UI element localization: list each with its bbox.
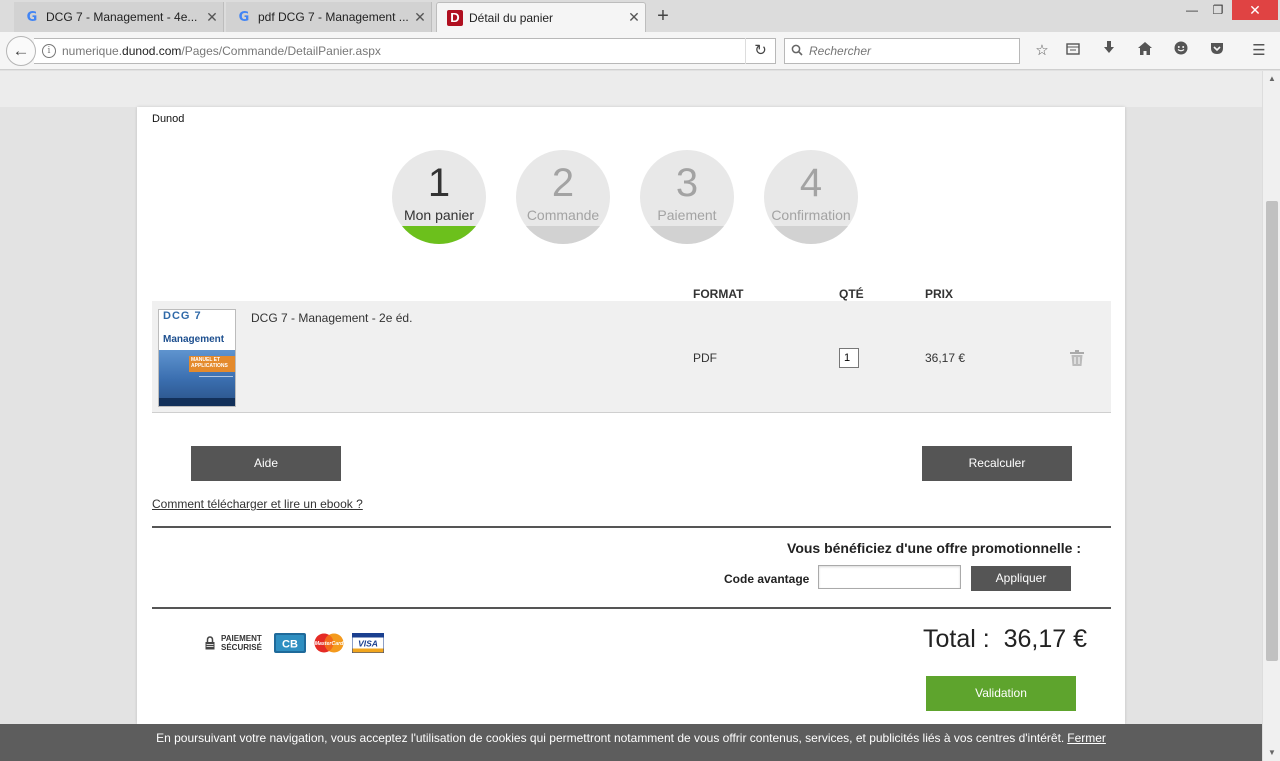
scroll-up-arrow-icon[interactable]: ▲ (1263, 71, 1280, 87)
arrow-left-icon: ← (12, 41, 30, 60)
reload-icon[interactable]: ↻ (745, 38, 775, 64)
bookmarks-list-icon[interactable] (1061, 40, 1085, 62)
step-number: 3 (675, 161, 699, 205)
dunod-favicon: D (447, 9, 463, 26)
ebook-help-link[interactable]: Comment télécharger et lire un ebook ? (152, 497, 363, 511)
browser-tab-bar: G DCG 7 - Management - 4e... ✕ G pdf DCG… (0, 0, 1280, 32)
svg-text:VISA: VISA (358, 639, 378, 649)
cart-panel: Dunod 1 Mon panier 2 Commande 3 Paiement… (137, 107, 1125, 724)
secure-payment-block: PAIEMENT SÉCURISÉ CB MasterCard VISA (205, 632, 391, 654)
step-progress-bar (640, 226, 734, 244)
step-label: Confirmation (771, 207, 851, 223)
visa-card-icon: VISA (351, 632, 385, 654)
lock-icon (205, 636, 215, 650)
close-tab-icon[interactable]: ✕ (409, 9, 431, 26)
product-price: 36,17 € (925, 351, 966, 365)
cart-item-row: DCG 7 Management MANUEL ET APPLICATIONS … (152, 301, 1111, 413)
browser-tab-3[interactable]: D Détail du panier ✕ (436, 2, 646, 32)
step-label: Mon panier (403, 207, 475, 223)
scroll-thumb[interactable] (1266, 201, 1278, 661)
close-tab-icon[interactable]: ✕ (623, 9, 645, 26)
step-progress-bar (392, 226, 486, 244)
cookie-close-link[interactable]: Fermer (1067, 731, 1106, 745)
recalculate-button[interactable]: Recalculer (922, 446, 1072, 481)
url-text[interactable]: numerique.dunod.com/Pages/Commande/Detai… (62, 44, 745, 58)
tab-title: Détail du panier (469, 10, 554, 25)
step-progress-bar (764, 226, 858, 244)
svg-text:CB: CB (282, 639, 298, 651)
google-icon: G (238, 9, 250, 25)
site-name: Dunod (152, 113, 185, 125)
column-header-format: FORMAT (693, 287, 744, 301)
restore-icon[interactable]: ❐ (1204, 0, 1232, 20)
scroll-down-arrow-icon[interactable]: ▼ (1263, 745, 1280, 761)
download-icon[interactable] (1097, 40, 1121, 62)
total-label: Total : (922, 625, 990, 653)
cb-card-icon: CB (273, 633, 306, 653)
column-header-price: PRIX (925, 287, 954, 301)
close-tab-icon[interactable]: ✕ (201, 9, 223, 26)
cookie-banner: En poursuivant votre navigation, vous ac… (0, 724, 1262, 761)
step-order: 2 Commande (516, 150, 610, 244)
google-icon: G (26, 9, 38, 25)
step-confirmation: 4 Confirmation (764, 150, 858, 244)
product-format: PDF (693, 351, 717, 365)
minimize-icon[interactable]: — (1178, 0, 1206, 20)
browser-nav-bar: i numerique.dunod.com/Pages/Commande/Det… (0, 32, 1280, 70)
vertical-scrollbar[interactable]: ▲ ▼ (1262, 71, 1280, 761)
product-title[interactable]: DCG 7 - Management - 2e éd. (251, 311, 412, 325)
promo-code-input[interactable] (818, 565, 961, 589)
page-header-band (0, 71, 1262, 107)
step-number: 1 (427, 161, 451, 205)
back-button[interactable]: ← (6, 36, 36, 66)
order-total: Total : 36,17 € (923, 625, 1087, 654)
bookmark-star-icon[interactable]: ☆ (1030, 40, 1054, 62)
promo-code-label: Code avantage (724, 572, 810, 586)
step-progress-bar (516, 226, 610, 244)
secure-payment-text: PAIEMENT SÉCURISÉ (221, 634, 262, 652)
hello-chat-icon[interactable] (1169, 40, 1193, 62)
apply-promo-button[interactable]: Appliquer (971, 566, 1071, 591)
menu-hamburger-icon[interactable]: ☰ (1247, 40, 1271, 62)
book-cover-image[interactable]: DCG 7 Management MANUEL ET APPLICATIONS (158, 309, 236, 407)
promo-title: Vous bénéficiez d'une offre promotionnel… (787, 540, 1081, 556)
search-icon (791, 44, 803, 59)
cookie-text: En poursuivant votre navigation, vous ac… (156, 731, 1065, 745)
quantity-input[interactable] (839, 348, 859, 368)
step-label: Paiement (657, 207, 717, 223)
tab-title: pdf DCG 7 - Management ... (258, 10, 409, 24)
column-header-qty: QTÉ (839, 287, 864, 301)
url-bar[interactable]: i numerique.dunod.com/Pages/Commande/Det… (34, 38, 776, 64)
search-bar[interactable] (784, 38, 1020, 64)
trash-icon[interactable] (1070, 350, 1084, 366)
total-amount: 36,17 € (1003, 625, 1087, 653)
divider (152, 607, 1111, 609)
browser-tab-2[interactable]: G pdf DCG 7 - Management ... ✕ (226, 2, 432, 32)
info-icon[interactable]: i (42, 44, 56, 58)
search-input[interactable] (809, 44, 1009, 58)
divider (152, 526, 1111, 528)
new-tab-icon[interactable]: + (652, 4, 674, 28)
pocket-icon[interactable] (1205, 40, 1229, 62)
validate-order-button[interactable]: Validation (926, 676, 1076, 711)
help-button[interactable]: Aide (191, 446, 341, 481)
tab-title: DCG 7 - Management - 4e... (46, 10, 198, 24)
browser-tab-1[interactable]: G DCG 7 - Management - 4e... ✕ (14, 2, 224, 32)
step-payment: 3 Paiement (640, 150, 734, 244)
home-icon[interactable] (1133, 40, 1157, 62)
step-number: 2 (551, 161, 575, 205)
svg-text:MasterCard: MasterCard (315, 641, 344, 647)
step-label: Commande (526, 207, 600, 223)
mastercard-icon: MasterCard (313, 633, 345, 653)
window-close-icon[interactable]: ✕ (1232, 0, 1278, 20)
step-cart: 1 Mon panier (392, 150, 486, 244)
step-number: 4 (799, 161, 823, 205)
